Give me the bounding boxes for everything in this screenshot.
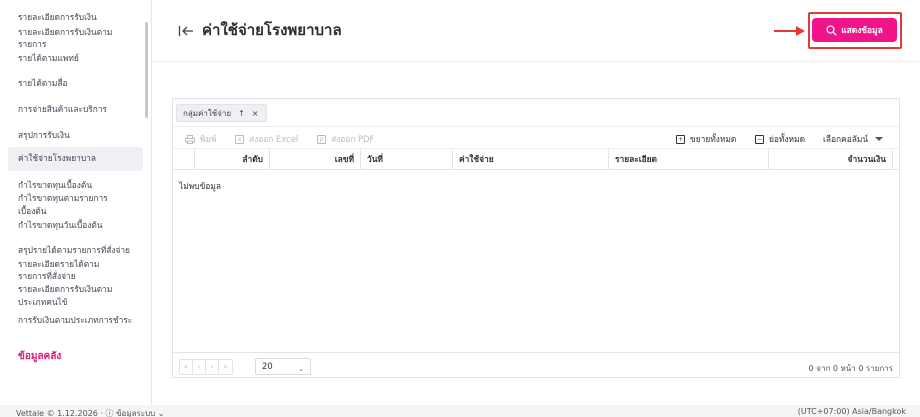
sidebar-item-hospital-expense[interactable]: ค่าใช้จ่ายโรงพยาบาล bbox=[8, 147, 143, 171]
column-header-date[interactable]: วันที่ bbox=[361, 149, 453, 169]
export-excel-label: ส่งออก Excel bbox=[249, 134, 299, 144]
collapse-all-label: ย่อทั้งหมด bbox=[769, 134, 806, 144]
collapse-icon: − bbox=[755, 134, 764, 144]
sidebar-item-income-detail-by-order[interactable]: รายละเอียดรายได้ตามรายการที่สั่งจ่าย bbox=[8, 258, 128, 283]
column-header-amount[interactable]: จำนวนเงิน bbox=[769, 149, 893, 169]
table-header: ลำดับ เลขที่ วันที่ ค่าใช้จ่าย รายละเอีย… bbox=[173, 149, 899, 170]
search-icon bbox=[826, 24, 837, 36]
group-chip-label: กลุ่มค่าใช้จ่าย bbox=[183, 108, 232, 118]
sidebar-scrollbar[interactable] bbox=[145, 22, 148, 118]
page-size-value: 20 bbox=[262, 361, 273, 371]
sidebar-item-receipt-by-payment-type[interactable]: การรับเงินตามประเภทการชำระ bbox=[8, 314, 143, 327]
export-pdf-button[interactable]: p ส่งออก PDF bbox=[317, 132, 374, 146]
grid-toolbar: พิมพ์ x ส่งออก Excel p ส่งออก PDF + ขยาย… bbox=[173, 127, 899, 149]
expand-all-button[interactable]: + ขยายทั้งหมด bbox=[676, 132, 736, 146]
print-label: พิมพ์ bbox=[200, 134, 217, 144]
footer-timezone: (UTC+07:00) Asia/Bangkok bbox=[797, 407, 906, 416]
chevron-down-icon bbox=[875, 137, 884, 141]
sidebar-section-inventory[interactable]: ข้อมูลคลัง bbox=[8, 349, 143, 364]
no-data-message: ไม่พบข้อมูล bbox=[179, 181, 221, 191]
sort-ascending-icon[interactable]: ↑ bbox=[238, 109, 245, 118]
group-chip-expense-group[interactable]: กลุ่มค่าใช้จ่าย ↑ × bbox=[176, 104, 268, 122]
footer-version: Vettale © 1.12.2026 · ⓘ ข้อมูลระบบ ⌄ bbox=[16, 409, 165, 417]
sidebar-item-receipt-by-patient-type[interactable]: รายละเอียดการรับเงินตามประเภทคนไข้ bbox=[8, 283, 128, 308]
show-data-label: แสดงข้อมูล bbox=[841, 25, 883, 35]
sidebar-item-receipt-detail-by-item[interactable]: รายละเอียดการรับเงินตามรายการ bbox=[8, 26, 128, 51]
show-data-button[interactable]: แสดงข้อมูล bbox=[812, 18, 897, 42]
collapse-left-icon[interactable] bbox=[178, 24, 194, 38]
sidebar-item-income-by-doctor[interactable]: รายได้ตามแพทย์ bbox=[8, 52, 143, 65]
page-header: ค่าใช้จ่ายโรงพยาบาล แสดงข้อมูล bbox=[152, 0, 920, 62]
data-grid: กลุ่มค่าใช้จ่าย ↑ × พิมพ์ x ส่งออก Excel… bbox=[172, 98, 900, 378]
sidebar-item-income-summary-by-order[interactable]: สรุปรายได้ตามรายการที่สั่งจ่าย bbox=[8, 244, 143, 257]
pager-nav: « ‹ › » bbox=[179, 359, 233, 375]
print-button[interactable]: พิมพ์ bbox=[185, 132, 217, 146]
last-page-button[interactable]: » bbox=[219, 360, 232, 374]
prev-page-button[interactable]: ‹ bbox=[193, 360, 206, 374]
group-panel: กลุ่มค่าใช้จ่าย ↑ × bbox=[173, 99, 899, 127]
page-size-select[interactable]: 20 ⌄ bbox=[255, 358, 311, 375]
annotation-arrow bbox=[774, 26, 805, 36]
expand-all-label: ขยายทั้งหมด bbox=[690, 134, 737, 144]
column-header-index[interactable]: ลำดับ bbox=[195, 149, 270, 169]
column-header-number[interactable]: เลขที่ bbox=[270, 149, 361, 169]
sidebar-item-preliminary-profit-by-day[interactable]: กำไรขาดทุนวันเบื้องต้น bbox=[8, 219, 143, 232]
next-page-button[interactable]: › bbox=[206, 360, 219, 374]
export-pdf-label: ส่งออก PDF bbox=[331, 134, 375, 144]
sidebar: รายละเอียดการรับเงิน รายละเอียดการรับเงิ… bbox=[0, 0, 152, 405]
collapse-all-button[interactable]: − ย่อทั้งหมด bbox=[755, 132, 805, 146]
chevron-down-icon: ⌄ bbox=[298, 365, 304, 373]
sidebar-item-receipt-summary[interactable]: สรุปการรับเงิน bbox=[8, 129, 143, 142]
pager-info: 0 จาก 0 หน้า 0 รายการ bbox=[808, 364, 893, 373]
first-page-button[interactable]: « bbox=[180, 360, 193, 374]
column-header-detail[interactable]: รายละเอียด bbox=[609, 149, 769, 169]
choose-columns-button[interactable]: เลือกคอลัมน์ bbox=[823, 132, 884, 146]
column-header-select[interactable] bbox=[173, 149, 195, 169]
sidebar-item-preliminary-profit-by-item[interactable]: กำไรขาดทุนตามรายการเบื้องต้น bbox=[8, 192, 128, 217]
expand-icon: + bbox=[676, 134, 685, 144]
column-header-expense[interactable]: ค่าใช้จ่าย bbox=[453, 149, 609, 169]
pager: « ‹ › » 20 ⌄ 0 จาก 0 หน้า 0 รายการ bbox=[173, 352, 899, 378]
sidebar-item-income-by-media[interactable]: รายได้ตามสื่อ bbox=[8, 77, 143, 90]
choose-columns-label: เลือกคอลัมน์ bbox=[823, 134, 869, 144]
page-title: ค่าใช้จ่ายโรงพยาบาล bbox=[202, 21, 342, 39]
sidebar-item-goods-services[interactable]: การจ่ายสินค้าและบริการ bbox=[8, 103, 143, 116]
app-window: รายละเอียดการรับเงิน รายละเอียดการรับเงิ… bbox=[0, 0, 920, 417]
pdf-icon: p bbox=[317, 134, 326, 144]
sidebar-item-preliminary-profit[interactable]: กำไรขาดทุนเบื้องต้น bbox=[8, 179, 143, 192]
footer: Vettale © 1.12.2026 · ⓘ ข้อมูลระบบ ⌄ (UT… bbox=[0, 405, 920, 417]
main-content: ค่าใช้จ่ายโรงพยาบาล แสดงข้อมูล กลุ่มค่าใ… bbox=[152, 0, 920, 405]
remove-group-icon[interactable]: × bbox=[252, 109, 259, 118]
sidebar-menu: รายละเอียดการรับเงิน รายละเอียดการรับเงิ… bbox=[0, 0, 151, 364]
printer-icon bbox=[185, 134, 195, 144]
sidebar-item-receipt-detail[interactable]: รายละเอียดการรับเงิน bbox=[8, 11, 143, 24]
export-excel-button[interactable]: x ส่งออก Excel bbox=[235, 132, 298, 146]
excel-icon: x bbox=[235, 134, 244, 144]
